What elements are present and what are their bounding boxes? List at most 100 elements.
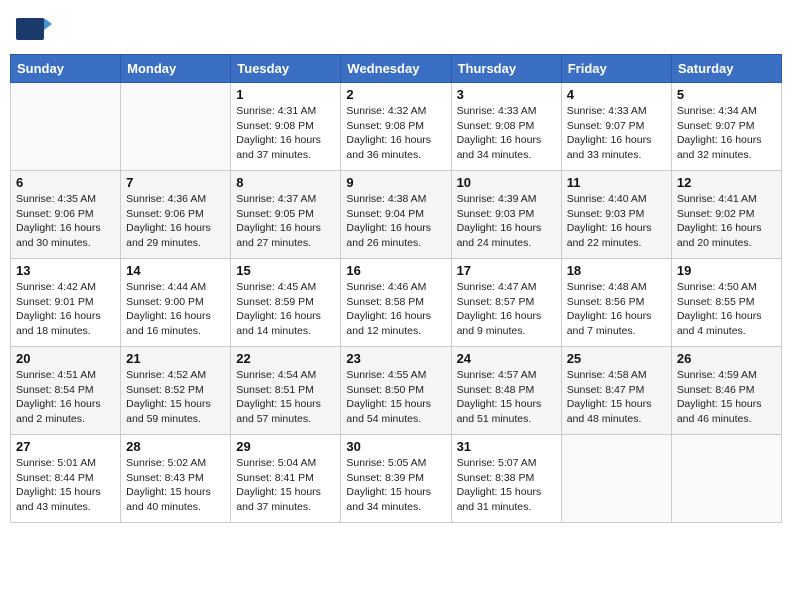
day-info: Sunrise: 4:50 AM Sunset: 8:55 PM Dayligh…: [677, 280, 776, 339]
day-number: 29: [236, 439, 335, 454]
calendar-cell: 18 Sunrise: 4:48 AM Sunset: 8:56 PM Dayli…: [561, 259, 671, 347]
calendar-cell: 15 Sunrise: 4:45 AM Sunset: 8:59 PM Dayli…: [231, 259, 341, 347]
day-info: Sunrise: 5:01 AM Sunset: 8:44 PM Dayligh…: [16, 456, 115, 515]
day-info: Sunrise: 4:55 AM Sunset: 8:50 PM Dayligh…: [346, 368, 445, 427]
day-info: Sunrise: 4:37 AM Sunset: 9:05 PM Dayligh…: [236, 192, 335, 251]
day-number: 31: [457, 439, 556, 454]
day-number: 21: [126, 351, 225, 366]
day-number: 12: [677, 175, 776, 190]
calendar-cell: 5 Sunrise: 4:34 AM Sunset: 9:07 PM Daylig…: [671, 83, 781, 171]
day-info: Sunrise: 5:02 AM Sunset: 8:43 PM Dayligh…: [126, 456, 225, 515]
day-number: 24: [457, 351, 556, 366]
day-number: 22: [236, 351, 335, 366]
calendar-week-row: 1 Sunrise: 4:31 AM Sunset: 9:08 PM Daylig…: [11, 83, 782, 171]
day-info: Sunrise: 4:35 AM Sunset: 9:06 PM Dayligh…: [16, 192, 115, 251]
calendar-cell: 30 Sunrise: 5:05 AM Sunset: 8:39 PM Dayli…: [341, 435, 451, 523]
day-number: 27: [16, 439, 115, 454]
calendar-cell: 23 Sunrise: 4:55 AM Sunset: 8:50 PM Dayli…: [341, 347, 451, 435]
calendar-week-row: 13 Sunrise: 4:42 AM Sunset: 9:01 PM Dayli…: [11, 259, 782, 347]
day-info: Sunrise: 5:04 AM Sunset: 8:41 PM Dayligh…: [236, 456, 335, 515]
calendar-cell: 16Sunrise: 4:46 AM Sunset: 8:58 PM Dayli…: [341, 259, 451, 347]
day-number: 2: [346, 87, 445, 102]
day-number: 4: [567, 87, 666, 102]
page-header: [10, 10, 782, 46]
day-info: Sunrise: 4:51 AM Sunset: 8:54 PM Dayligh…: [16, 368, 115, 427]
calendar-cell: 6Sunrise: 4:35 AM Sunset: 9:06 PM Daylig…: [11, 171, 121, 259]
calendar-cell: 25 Sunrise: 4:58 AM Sunset: 8:47 PM Dayli…: [561, 347, 671, 435]
calendar-cell: 13 Sunrise: 4:42 AM Sunset: 9:01 PM Dayli…: [11, 259, 121, 347]
day-info: Sunrise: 4:47 AM Sunset: 8:57 PM Dayligh…: [457, 280, 556, 339]
calendar-cell: 31 Sunrise: 5:07 AM Sunset: 8:38 PM Dayli…: [451, 435, 561, 523]
day-info: Sunrise: 5:07 AM Sunset: 8:38 PM Dayligh…: [457, 456, 556, 515]
day-info: Sunrise: 4:36 AM Sunset: 9:06 PM Dayligh…: [126, 192, 225, 251]
day-number: 16: [346, 263, 445, 278]
day-number: 8: [236, 175, 335, 190]
day-number: 15: [236, 263, 335, 278]
weekday-header: Thursday: [451, 55, 561, 83]
calendar-cell: 2 Sunrise: 4:32 AM Sunset: 9:08 PM Daylig…: [341, 83, 451, 171]
day-number: 1: [236, 87, 335, 102]
weekday-header: Sunday: [11, 55, 121, 83]
day-number: 30: [346, 439, 445, 454]
calendar-cell: 9 Sunrise: 4:38 AM Sunset: 9:04 PM Daylig…: [341, 171, 451, 259]
day-info: Sunrise: 4:38 AM Sunset: 9:04 PM Dayligh…: [346, 192, 445, 251]
day-number: 9: [346, 175, 445, 190]
day-info: Sunrise: 4:39 AM Sunset: 9:03 PM Dayligh…: [457, 192, 556, 251]
weekday-header: Friday: [561, 55, 671, 83]
day-info: Sunrise: 4:42 AM Sunset: 9:01 PM Dayligh…: [16, 280, 115, 339]
calendar-cell: 14 Sunrise: 4:44 AM Sunset: 9:00 PM Dayli…: [121, 259, 231, 347]
day-number: 14: [126, 263, 225, 278]
day-info: Sunrise: 4:58 AM Sunset: 8:47 PM Dayligh…: [567, 368, 666, 427]
day-info: Sunrise: 4:52 AM Sunset: 8:52 PM Dayligh…: [126, 368, 225, 427]
day-info: Sunrise: 4:54 AM Sunset: 8:51 PM Dayligh…: [236, 368, 335, 427]
day-number: 20: [16, 351, 115, 366]
day-number: 18: [567, 263, 666, 278]
weekday-header: Monday: [121, 55, 231, 83]
day-info: Sunrise: 4:34 AM Sunset: 9:07 PM Dayligh…: [677, 104, 776, 163]
weekday-header: Wednesday: [341, 55, 451, 83]
day-number: 13: [16, 263, 115, 278]
day-number: 28: [126, 439, 225, 454]
day-number: 25: [567, 351, 666, 366]
day-number: 3: [457, 87, 556, 102]
calendar-cell: 12 Sunrise: 4:41 AM Sunset: 9:02 PM Dayli…: [671, 171, 781, 259]
day-info: Sunrise: 4:45 AM Sunset: 8:59 PM Dayligh…: [236, 280, 335, 339]
calendar-cell: [671, 435, 781, 523]
day-number: 26: [677, 351, 776, 366]
calendar-cell: 7 Sunrise: 4:36 AM Sunset: 9:06 PM Daylig…: [121, 171, 231, 259]
calendar-cell: 19 Sunrise: 4:50 AM Sunset: 8:55 PM Dayli…: [671, 259, 781, 347]
day-number: 19: [677, 263, 776, 278]
calendar-cell: 21 Sunrise: 4:52 AM Sunset: 8:52 PM Dayli…: [121, 347, 231, 435]
day-number: 10: [457, 175, 556, 190]
calendar-cell: 3 Sunrise: 4:33 AM Sunset: 9:08 PM Daylig…: [451, 83, 561, 171]
day-info: Sunrise: 4:40 AM Sunset: 9:03 PM Dayligh…: [567, 192, 666, 251]
calendar-cell: 20 Sunrise: 4:51 AM Sunset: 8:54 PM Dayli…: [11, 347, 121, 435]
day-info: Sunrise: 4:31 AM Sunset: 9:08 PM Dayligh…: [236, 104, 335, 163]
day-info: Sunrise: 4:59 AM Sunset: 8:46 PM Dayligh…: [677, 368, 776, 427]
day-info: Sunrise: 4:33 AM Sunset: 9:08 PM Dayligh…: [457, 104, 556, 163]
day-info: Sunrise: 4:41 AM Sunset: 9:02 PM Dayligh…: [677, 192, 776, 251]
calendar-cell: [561, 435, 671, 523]
calendar-cell: [121, 83, 231, 171]
calendar-table: SundayMondayTuesdayWednesdayThursdayFrid…: [10, 54, 782, 523]
day-info: Sunrise: 4:57 AM Sunset: 8:48 PM Dayligh…: [457, 368, 556, 427]
calendar-cell: 22 Sunrise: 4:54 AM Sunset: 8:51 PM Dayli…: [231, 347, 341, 435]
day-number: 5: [677, 87, 776, 102]
calendar-cell: 26 Sunrise: 4:59 AM Sunset: 8:46 PM Dayli…: [671, 347, 781, 435]
day-number: 11: [567, 175, 666, 190]
day-info: Sunrise: 4:32 AM Sunset: 9:08 PM Dayligh…: [346, 104, 445, 163]
calendar-cell: 4Sunrise: 4:33 AM Sunset: 9:07 PM Daylig…: [561, 83, 671, 171]
day-info: Sunrise: 4:44 AM Sunset: 9:00 PM Dayligh…: [126, 280, 225, 339]
calendar-cell: 29 Sunrise: 5:04 AM Sunset: 8:41 PM Dayli…: [231, 435, 341, 523]
calendar-cell: 27 Sunrise: 5:01 AM Sunset: 8:44 PM Dayli…: [11, 435, 121, 523]
calendar-cell: 24 Sunrise: 4:57 AM Sunset: 8:48 PM Dayli…: [451, 347, 561, 435]
calendar-cell: 1 Sunrise: 4:31 AM Sunset: 9:08 PM Daylig…: [231, 83, 341, 171]
day-info: Sunrise: 4:48 AM Sunset: 8:56 PM Dayligh…: [567, 280, 666, 339]
logo: [14, 10, 54, 46]
calendar-cell: 28 Sunrise: 5:02 AM Sunset: 8:43 PM Dayli…: [121, 435, 231, 523]
calendar-week-row: 20 Sunrise: 4:51 AM Sunset: 8:54 PM Dayli…: [11, 347, 782, 435]
day-info: Sunrise: 5:05 AM Sunset: 8:39 PM Dayligh…: [346, 456, 445, 515]
day-number: 7: [126, 175, 225, 190]
day-number: 23: [346, 351, 445, 366]
weekday-header: Tuesday: [231, 55, 341, 83]
